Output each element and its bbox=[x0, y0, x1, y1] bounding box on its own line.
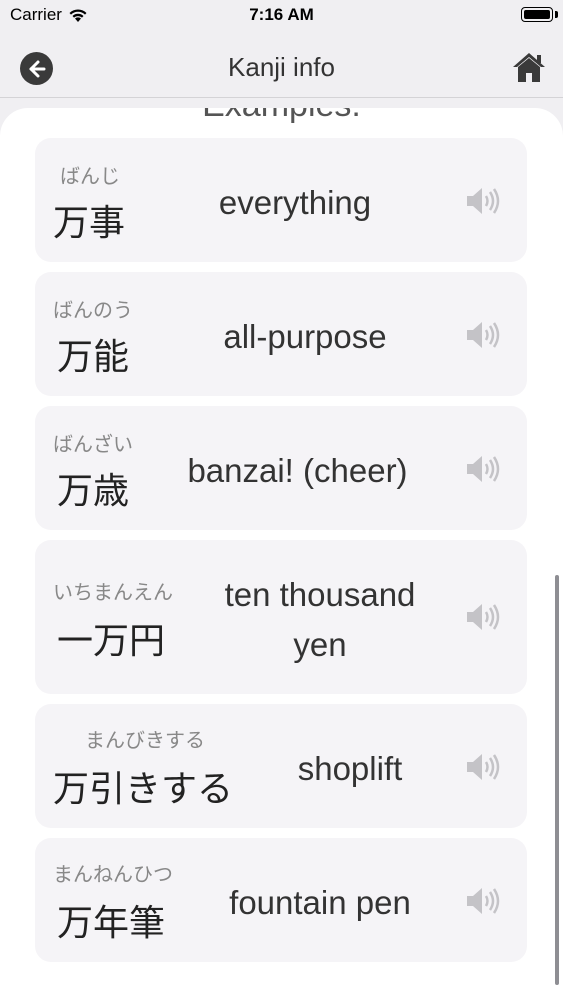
speaker-icon[interactable] bbox=[465, 320, 501, 350]
status-bar: Carrier 7:16 AM bbox=[0, 0, 563, 30]
example-kanji: 万事 bbox=[53, 203, 126, 244]
scrollbar[interactable] bbox=[555, 575, 559, 985]
battery-icon bbox=[521, 7, 553, 22]
example-meaning: ten thousand bbox=[224, 576, 416, 613]
example-row[interactable]: まんねんひつ 万年筆 fountain pen bbox=[35, 838, 527, 962]
speaker-icon[interactable] bbox=[465, 186, 501, 216]
example-kanji: 万年筆 bbox=[57, 903, 166, 944]
section-title: Examples: bbox=[0, 108, 563, 125]
example-row[interactable]: まんびきする 万引きする shoplift bbox=[35, 704, 527, 828]
example-reading: いちまんえん bbox=[53, 582, 173, 604]
example-reading: ばんのう bbox=[53, 300, 133, 322]
status-time: 7:16 AM bbox=[249, 5, 314, 24]
example-row[interactable]: ばんざい 万歳 banzai! (cheer) bbox=[35, 406, 527, 530]
speaker-icon[interactable] bbox=[465, 752, 501, 782]
example-kanji: 万能 bbox=[57, 337, 130, 378]
example-row[interactable]: いちまんえん 一万円 ten thousand yen bbox=[35, 540, 527, 694]
speaker-icon[interactable] bbox=[465, 886, 501, 916]
page-title: Kanji info bbox=[228, 52, 335, 82]
example-reading: ばんじ bbox=[60, 166, 120, 188]
example-kanji: 万引きする bbox=[53, 769, 234, 810]
home-icon[interactable] bbox=[511, 50, 547, 84]
speaker-icon[interactable] bbox=[465, 602, 501, 632]
example-kanji: 万歳 bbox=[57, 471, 130, 512]
example-reading: ばんざい bbox=[53, 434, 133, 456]
battery-tip bbox=[555, 11, 558, 18]
speaker-icon[interactable] bbox=[465, 454, 501, 484]
example-meaning: everything bbox=[218, 184, 372, 221]
example-meaning: fountain pen bbox=[229, 884, 411, 921]
example-kanji: 一万円 bbox=[57, 621, 166, 662]
navigation-bar: Kanji info bbox=[0, 30, 563, 98]
example-meaning: shoplift bbox=[297, 750, 403, 787]
example-reading: まんびきする bbox=[85, 730, 205, 752]
example-meaning-line2: yen bbox=[293, 626, 347, 663]
example-row[interactable]: ばんのう 万能 all-purpose bbox=[35, 272, 527, 396]
example-meaning: all-purpose bbox=[223, 318, 387, 355]
example-row[interactable]: ばんじ 万事 everything bbox=[35, 138, 527, 262]
example-meaning: banzai! (cheer) bbox=[187, 452, 408, 489]
example-reading: まんねんひつ bbox=[53, 864, 173, 886]
examples-sheet: Examples: ばんじ 万事 everything ばんのう 万能 all-… bbox=[0, 108, 563, 1000]
